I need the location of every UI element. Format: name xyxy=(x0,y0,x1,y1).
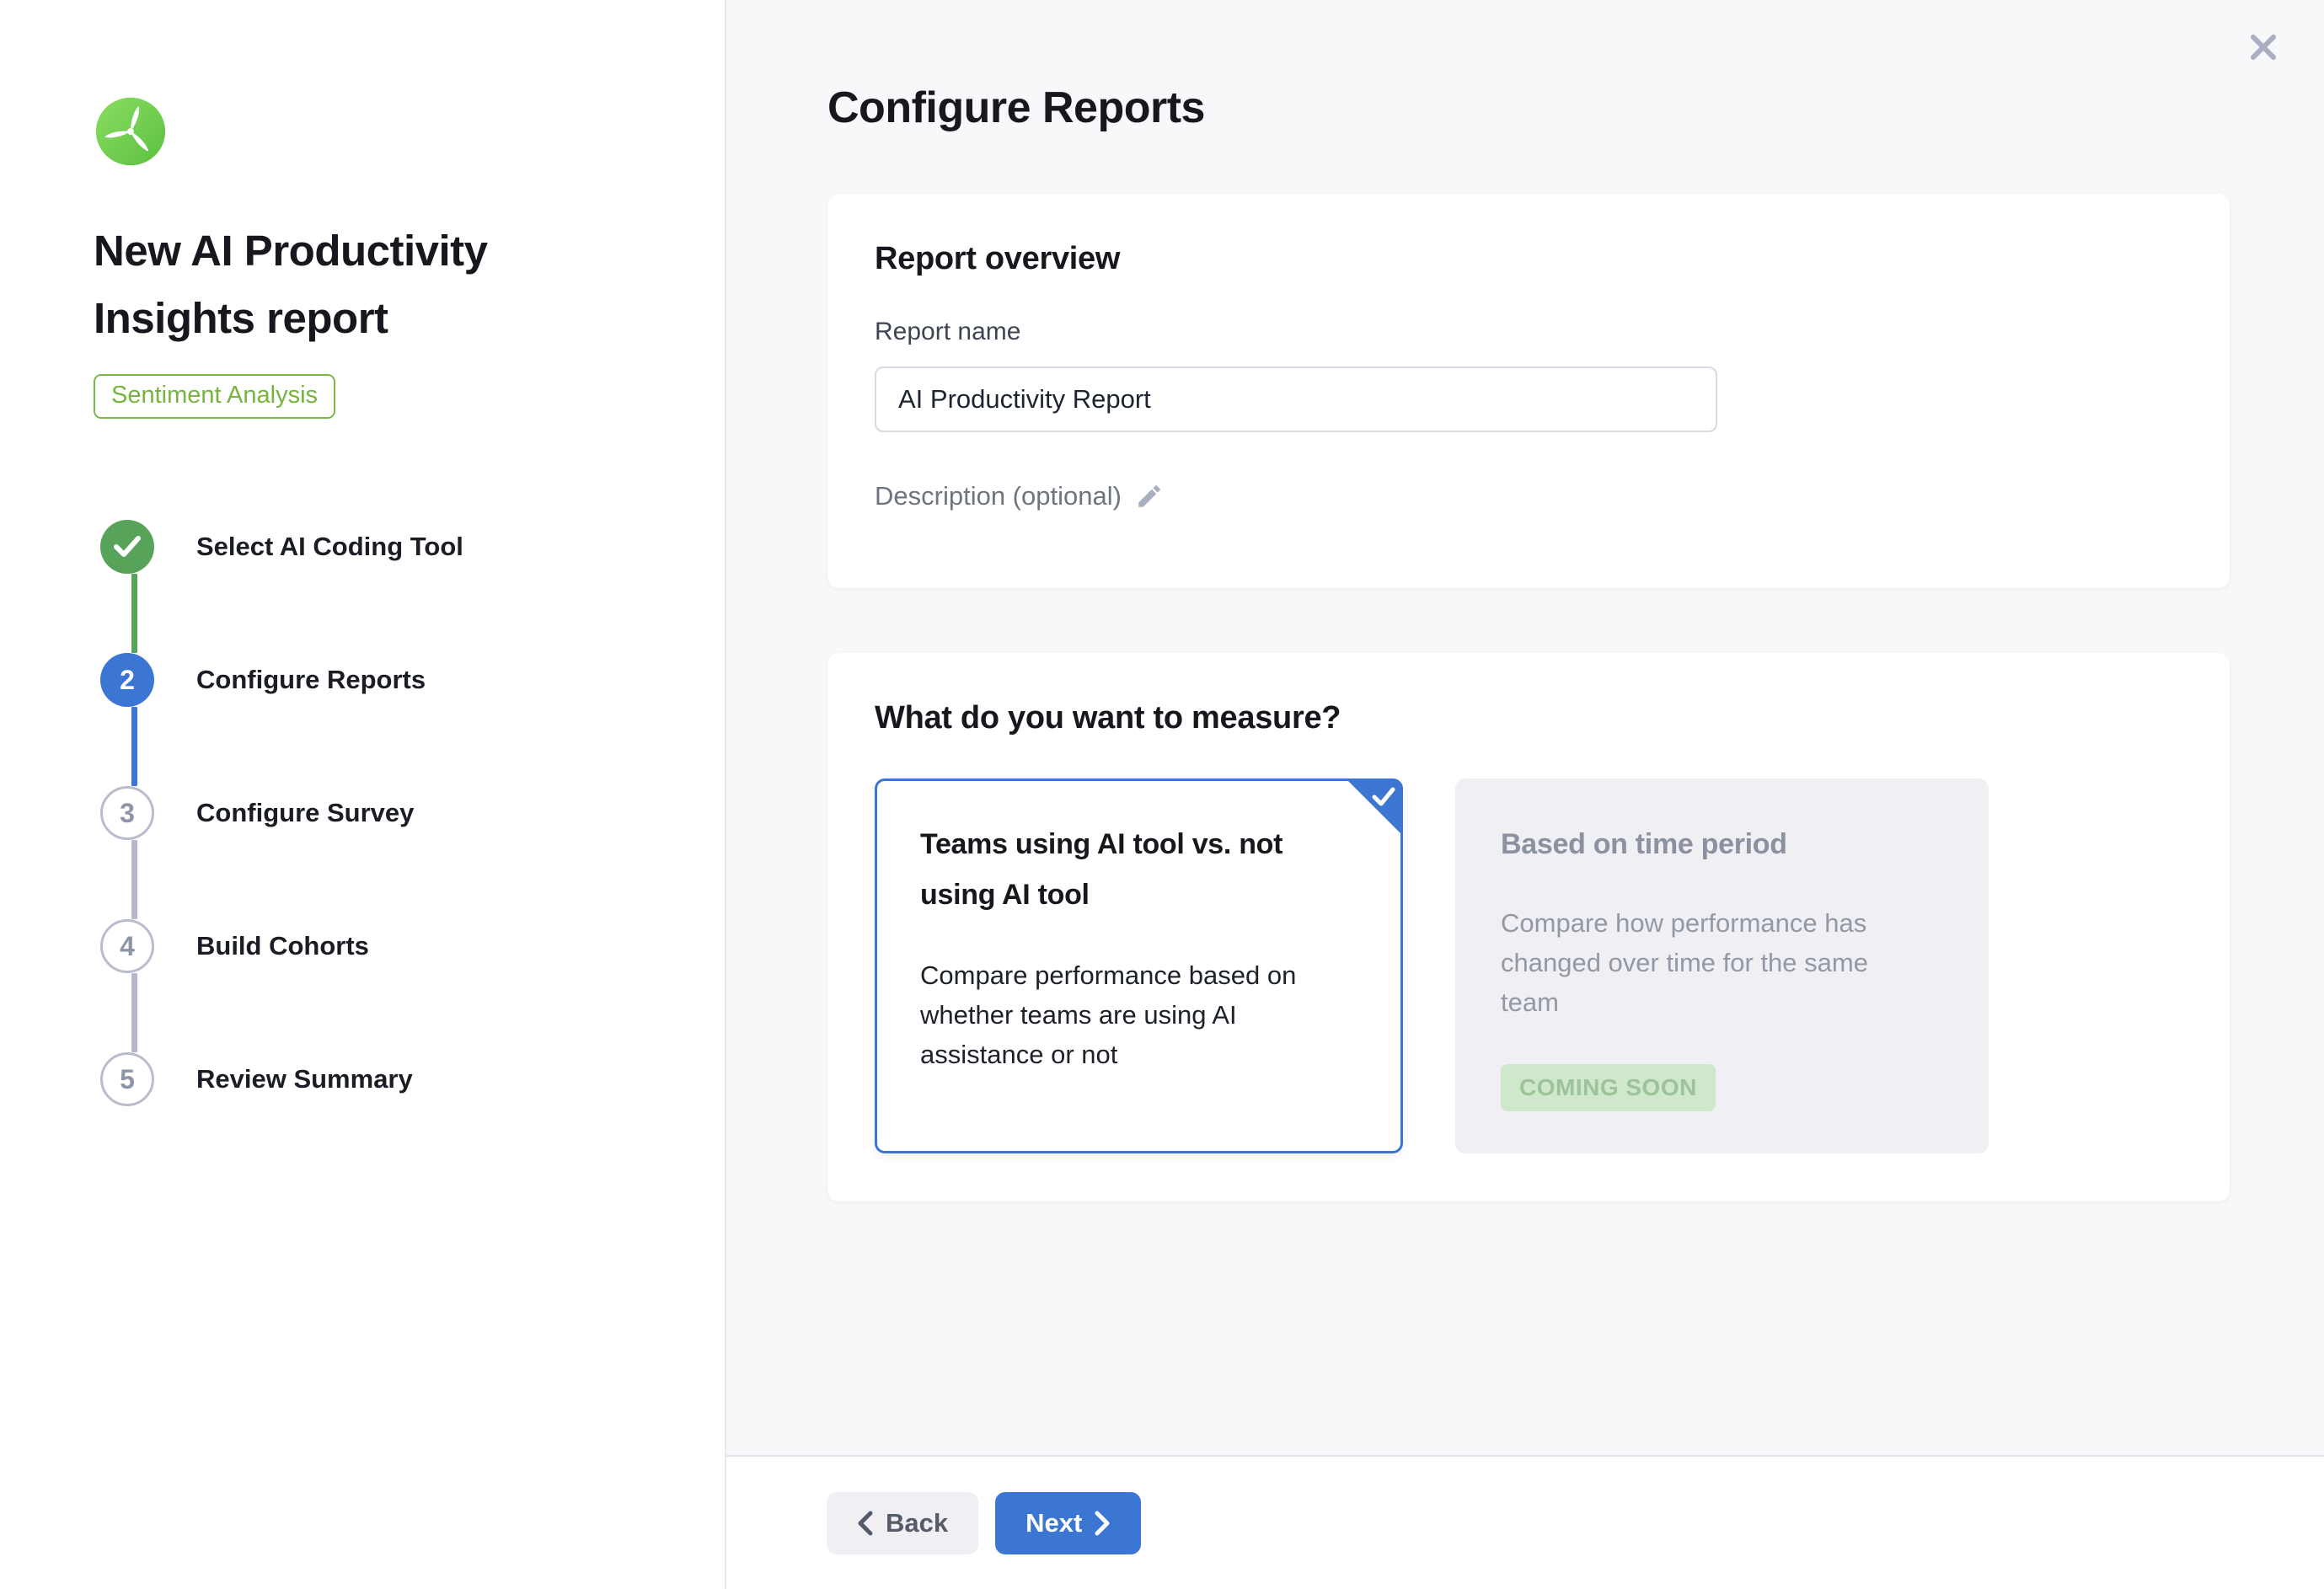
option-teams-vs-not[interactable]: Teams using AI tool vs. not using AI too… xyxy=(875,778,1403,1153)
measure-heading: What do you want to measure? xyxy=(875,700,2182,736)
measure-options: Teams using AI tool vs. not using AI too… xyxy=(875,778,2182,1153)
report-name-label: Report name xyxy=(875,318,2182,346)
pencil-icon xyxy=(1135,482,1164,511)
wizard-sidebar: New AI Productivity Insights report Sent… xyxy=(0,0,726,1589)
step-connector xyxy=(131,707,137,786)
next-button[interactable]: Next xyxy=(995,1492,1141,1554)
step-4-number: 4 xyxy=(120,931,135,962)
measure-card: What do you want to measure? Teams using… xyxy=(827,653,2230,1201)
wizard-footer: Back Next xyxy=(726,1455,2324,1589)
step-review-summary[interactable]: 5 Review Summary xyxy=(100,1052,674,1106)
description-label: Description (optional) xyxy=(875,481,1122,511)
add-description-control[interactable]: Description (optional) xyxy=(875,481,1164,511)
step-5-number: 5 xyxy=(120,1064,135,1095)
step-5-label: Review Summary xyxy=(196,1064,413,1094)
panel-content: Configure Reports Report overview Report… xyxy=(726,0,2324,1455)
option-1-description: Compare performance based on whether tea… xyxy=(920,955,1325,1074)
next-button-label: Next xyxy=(1025,1508,1082,1538)
report-name-input[interactable] xyxy=(875,366,1717,432)
step-2-indicator: 2 xyxy=(100,653,154,707)
step-3-indicator: 3 xyxy=(100,786,154,840)
step-4-label: Build Cohorts xyxy=(196,931,369,961)
step-2-label: Configure Reports xyxy=(196,665,426,695)
close-button[interactable] xyxy=(2243,27,2284,67)
report-overview-card: Report overview Report name Description … xyxy=(827,194,2230,588)
step-4-indicator: 4 xyxy=(100,919,154,973)
step-configure-survey[interactable]: 3 Configure Survey xyxy=(100,786,674,840)
step-configure-reports[interactable]: 2 Configure Reports xyxy=(100,653,674,707)
back-button-label: Back xyxy=(886,1508,948,1538)
close-icon xyxy=(2248,32,2278,62)
step-5-indicator: 5 xyxy=(100,1052,154,1106)
step-3-number: 3 xyxy=(120,798,135,829)
back-button[interactable]: Back xyxy=(827,1492,978,1554)
check-icon xyxy=(1372,787,1395,807)
step-3-label: Configure Survey xyxy=(196,798,414,828)
coming-soon-badge: COMING SOON xyxy=(1501,1064,1716,1111)
chevron-left-icon xyxy=(857,1511,874,1536)
step-connector xyxy=(131,840,137,919)
step-1-indicator xyxy=(100,520,154,574)
chevron-right-icon xyxy=(1094,1511,1111,1536)
configure-reports-panel: Configure Reports Report overview Report… xyxy=(726,0,2324,1589)
option-time-period: Based on time period Compare how perform… xyxy=(1455,778,1989,1153)
wizard-stepper: Select AI Coding Tool 2 Configure Report… xyxy=(94,520,674,1106)
step-1-label: Select AI Coding Tool xyxy=(196,532,463,562)
option-1-title: Teams using AI tool vs. not using AI too… xyxy=(920,819,1357,920)
sentiment-analysis-badge: Sentiment Analysis xyxy=(94,374,335,419)
step-connector xyxy=(131,973,137,1052)
option-2-title: Based on time period xyxy=(1501,819,1939,869)
step-connector xyxy=(131,574,137,653)
report-title: New AI Productivity Insights report xyxy=(94,217,582,352)
panel-title: Configure Reports xyxy=(827,83,2230,133)
report-overview-heading: Report overview xyxy=(875,241,2182,277)
propeller-logo-icon xyxy=(94,96,168,167)
step-2-number: 2 xyxy=(120,665,135,696)
option-2-description: Compare how performance has changed over… xyxy=(1501,903,1905,1022)
step-build-cohorts[interactable]: 4 Build Cohorts xyxy=(100,919,674,973)
step-select-ai-coding-tool[interactable]: Select AI Coding Tool xyxy=(100,520,674,574)
check-icon xyxy=(113,535,142,559)
